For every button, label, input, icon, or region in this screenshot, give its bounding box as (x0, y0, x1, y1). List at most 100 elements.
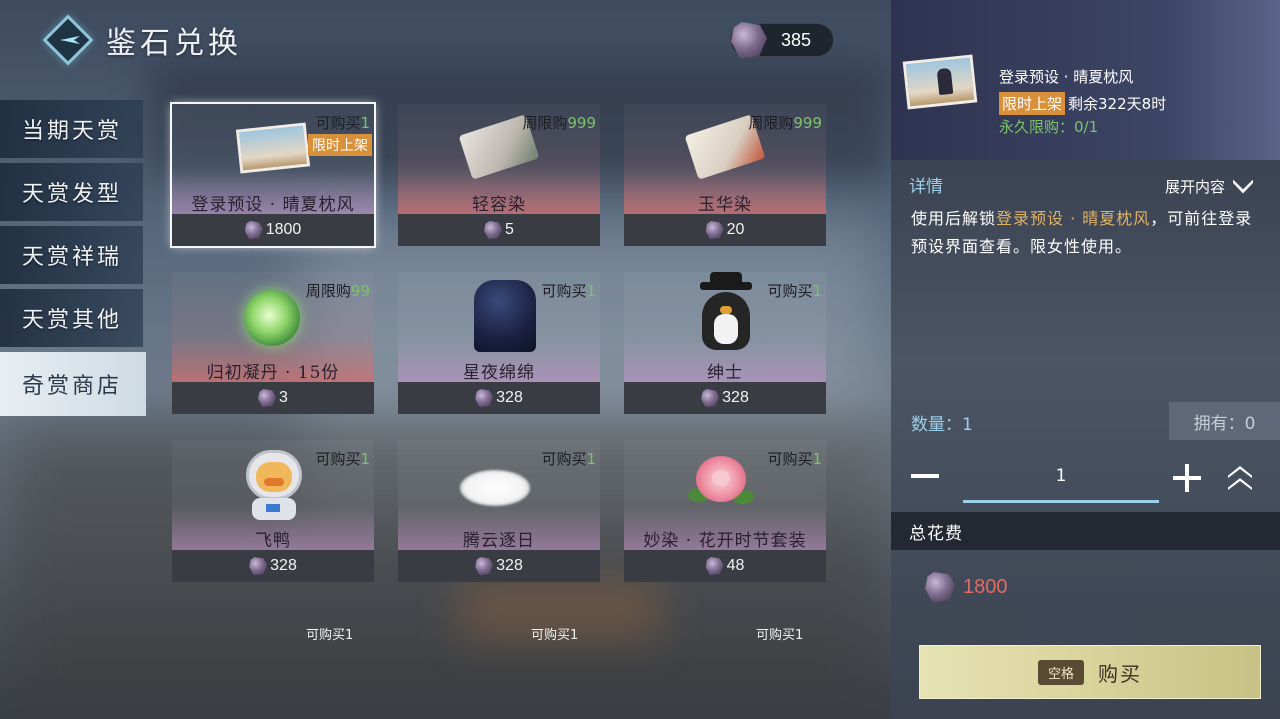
partial-item-limit: 可购买1 (756, 628, 804, 643)
total-cost-value: 1800 (963, 575, 1008, 598)
detail-section-label: 详情 (909, 177, 943, 197)
category-tabs: 当期天赏 天赏发型 天赏祥瑞 天赏其他 奇赏商店 (0, 100, 150, 421)
detail-item-title: 登录预设 · 晴夏枕风 (999, 68, 1134, 86)
purchase-limit: 可购买1 (541, 282, 596, 300)
purchase-limit: 可购买1 (767, 282, 822, 300)
tab-reward-auspicious[interactable]: 天赏祥瑞 (0, 226, 143, 284)
permanent-limit: 永久限购：0/1 (999, 118, 1099, 136)
quantity-underline (963, 500, 1159, 503)
purchase-limit: 可购买1 (315, 450, 370, 468)
expand-content-button[interactable]: 展开内容 (1165, 176, 1254, 197)
item-card[interactable]: 周限购999 玉华染 20 (624, 104, 826, 246)
stone-gem-icon (258, 389, 277, 407)
green-orb-icon (244, 290, 300, 346)
item-card[interactable]: 可购买1 星夜绵绵 328 (398, 272, 600, 414)
limited-time-badge: 限时上架 (308, 134, 372, 156)
stone-gem-icon (484, 221, 503, 239)
back-logo-icon[interactable] (40, 12, 96, 68)
plus-icon[interactable] (1173, 464, 1201, 492)
detail-availability: 限时上架 剩余322天8时 (999, 92, 1166, 115)
remaining-time: 剩余322天8时 (1068, 95, 1167, 113)
tab-label: 天赏祥瑞 (22, 245, 123, 270)
tab-label: 天赏其他 (22, 308, 123, 333)
chevron-down-icon (1233, 179, 1254, 194)
item-name: 登录预设 · 晴夏枕风 (191, 195, 355, 215)
tab-label: 天赏发型 (22, 182, 123, 207)
stone-gem-icon (705, 557, 724, 575)
tab-label: 当期天赏 (22, 119, 123, 144)
currency-display: 385 (730, 22, 834, 58)
purchase-limit: 可购买1 (767, 450, 822, 468)
currency-amount: 385 (781, 29, 812, 50)
item-name: 归初凝丹 · 15份 (206, 363, 340, 383)
astronaut-duck-icon (242, 450, 306, 522)
stone-gem-icon (475, 557, 494, 575)
white-cloud-icon (460, 470, 530, 506)
page-title: 鉴石兑换 (106, 26, 242, 61)
item-price: 20 (624, 214, 826, 246)
tab-reward-hairstyle[interactable]: 天赏发型 (0, 163, 143, 221)
item-price: 328 (172, 550, 374, 582)
purchase-limit: 周限购999 (522, 114, 596, 132)
quantity-stepper: 1 (891, 456, 1280, 504)
tab-label: 奇赏商店 (22, 374, 123, 399)
starry-cloth-icon (474, 280, 536, 352)
item-card[interactable]: 可购买1 腾云逐日 328 (398, 440, 600, 582)
item-price: 328 (624, 382, 826, 414)
stone-gem-icon (244, 221, 263, 239)
quantity-value[interactable]: 1 (963, 466, 1159, 486)
item-name: 星夜绵绵 (463, 363, 535, 383)
item-description: 使用后解锁登录预设 · 晴夏枕风，可前往登录预设界面查看。限女性使用。 (911, 209, 1253, 256)
item-card[interactable]: 可购买1 绅士 328 (624, 272, 826, 414)
item-price: 5 (398, 214, 600, 246)
purchase-limit: 可购买1 (541, 450, 596, 468)
limited-time-badge: 限时上架 (999, 92, 1066, 115)
postcard-icon (235, 122, 311, 174)
purchase-limit: 周限购99 (305, 282, 370, 300)
item-detail-panel: 登录预设 · 晴夏枕风 限时上架 剩余322天8时 永久限购：0/1 详情 展开… (891, 0, 1280, 719)
item-price: 328 (398, 382, 600, 414)
spacebar-hotkey-badge: 空格 (1037, 659, 1084, 685)
purchase-limit: 可购买1 (315, 114, 370, 132)
item-name: 玉华染 (698, 195, 752, 215)
item-card[interactable]: 可购买1 限时上架 登录预设 · 晴夏枕风 1800 (170, 102, 376, 248)
item-price: 328 (398, 550, 600, 582)
owned-count: 拥有：0 (1169, 402, 1280, 440)
item-name: 腾云逐日 (463, 531, 535, 551)
item-card[interactable]: 周限购99 归初凝丹 · 15份 3 (172, 272, 374, 414)
item-name: 绅士 (707, 363, 743, 383)
expand-label: 展开内容 (1165, 178, 1226, 196)
stone-gem-icon (925, 572, 955, 602)
buy-label: 购买 (1098, 661, 1142, 686)
quantity-row: 数量：1 拥有：0 (891, 402, 1280, 440)
item-price: 3 (172, 382, 374, 414)
peony-flower-icon (688, 452, 754, 514)
total-cost-label: 总花费 (891, 512, 1280, 550)
item-price: 48 (624, 550, 826, 582)
quantity-label: 数量：1 (911, 415, 973, 435)
tab-reward-other[interactable]: 天赏其他 (0, 289, 143, 347)
tab-current-reward[interactable]: 当期天赏 (0, 100, 143, 158)
buy-button[interactable]: 空格 购买 (919, 645, 1261, 699)
partial-item-limit: 可购买1 (531, 628, 579, 643)
stone-gem-icon (701, 389, 720, 407)
partial-item-limit: 可购买1 (306, 628, 354, 643)
stone-gem-icon (249, 557, 268, 575)
max-quantity-icon[interactable] (1225, 464, 1255, 494)
item-card[interactable]: 周限购999 轻容染 5 (398, 104, 600, 246)
item-name: 轻容染 (472, 195, 526, 215)
item-name: 飞鸭 (255, 531, 291, 551)
item-price: 1800 (172, 214, 374, 246)
stone-gem-icon (475, 389, 494, 407)
gentleman-penguin-icon (698, 272, 754, 352)
item-name: 妙染 · 花开时节套装 (643, 531, 807, 551)
page-header: 鉴石兑换 (40, 12, 242, 68)
minus-icon[interactable] (911, 474, 939, 478)
postcard-icon (902, 54, 978, 110)
total-cost: 1800 (925, 572, 1008, 602)
item-card[interactable]: 可购买1 妙染 · 花开时节套装 48 (624, 440, 826, 582)
item-card[interactable]: 可购买1 飞鸭 328 (172, 440, 374, 582)
tab-rare-shop[interactable]: 奇赏商店 (0, 352, 146, 416)
stone-gem-icon (731, 22, 767, 58)
stone-gem-icon (705, 221, 724, 239)
